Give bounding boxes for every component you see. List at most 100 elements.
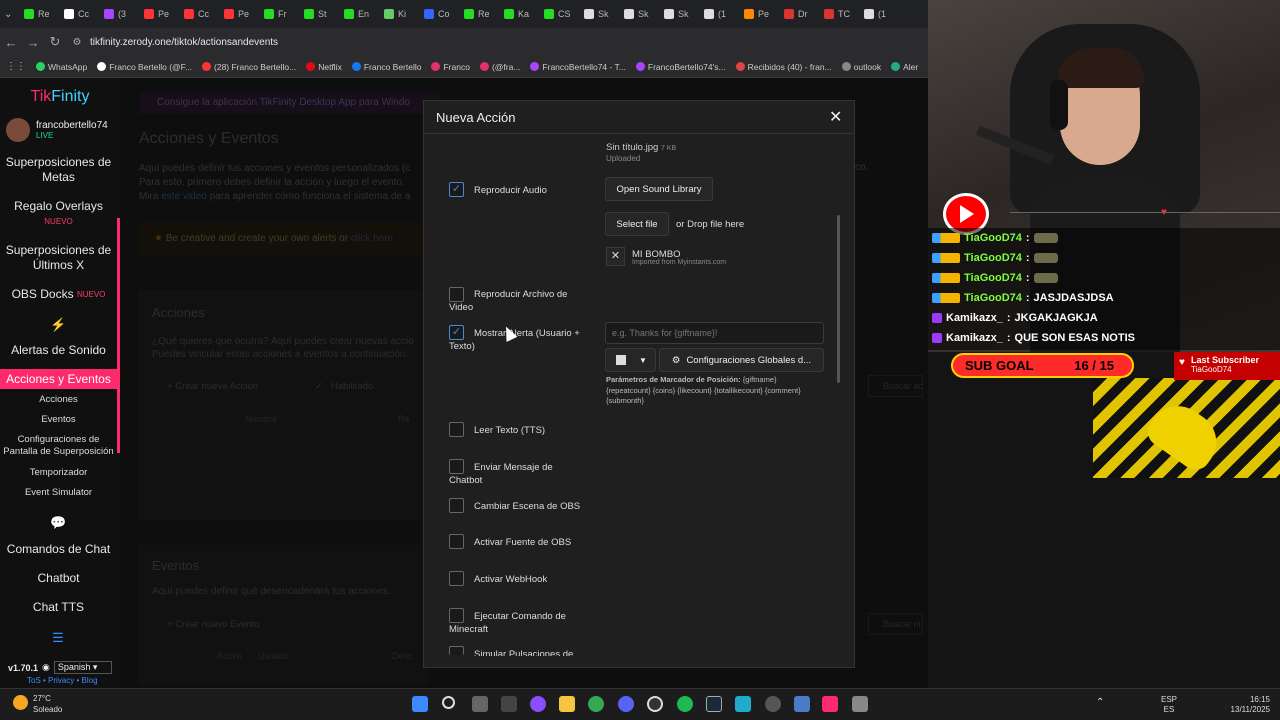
checkbox-reproducir-audio[interactable]: ✓: [449, 182, 464, 197]
bookmark-item[interactable]: Franco Bertello (@F...: [97, 62, 192, 72]
apps-grid-icon[interactable]: ⋮⋮: [6, 61, 26, 72]
browser-tab[interactable]: Dr: [780, 3, 818, 25]
checkbox-leer-texto[interactable]: [449, 422, 464, 437]
site-info-icon[interactable]: ⚙: [66, 37, 88, 48]
bookmark-item[interactable]: Netflix: [306, 62, 342, 72]
checkbox-activar-fuente-obs[interactable]: [449, 534, 464, 549]
browser-tab[interactable]: Re: [20, 3, 58, 25]
search-icon[interactable]: [442, 696, 455, 709]
alert-text-input[interactable]: e.g. Thanks for {giftname}!: [605, 322, 824, 344]
file-explorer-icon[interactable]: [559, 696, 575, 712]
tray-chevron-icon[interactable]: ⌃: [1096, 698, 1104, 708]
task-view-icon[interactable]: [472, 696, 488, 712]
browser-tab[interactable]: Ki: [380, 3, 418, 25]
browser-tab[interactable]: TC: [820, 3, 858, 25]
browser-tab[interactable]: Pe: [740, 3, 778, 25]
browser-tab[interactable]: Sk: [580, 3, 618, 25]
app-circle-icon[interactable]: [530, 696, 546, 712]
start-icon[interactable]: [412, 696, 428, 712]
browser-tab[interactable]: Ka: [500, 3, 538, 25]
bookmark-item[interactable]: (@fra...: [479, 62, 520, 72]
chrome-icon[interactable]: [588, 696, 604, 712]
sidebar-subitem-configuraciones-pantalla[interactable]: Configuraciones de Pantalla de Superposi…: [0, 434, 117, 458]
bookmark-favicon-icon: [351, 62, 361, 71]
footer-links[interactable]: ToS • Privacy • Blog: [27, 676, 98, 685]
checkbox-activar-webhook[interactable]: [449, 571, 464, 586]
browser-tab[interactable]: Co: [420, 3, 458, 25]
sidebar-item-superposiciones-metas[interactable]: Superposiciones de Metas: [0, 155, 117, 185]
browser-tab[interactable]: Fr: [260, 3, 298, 25]
bookmark-favicon-icon: [841, 62, 851, 71]
tiktok-icon[interactable]: [822, 696, 838, 712]
sidebar-item-regalo-overlays[interactable]: Regalo Overlays NUEVO: [0, 199, 117, 229]
clock[interactable]: 16:15 13/11/2025: [1224, 695, 1270, 715]
sidebar-item-chatbot[interactable]: Chatbot: [0, 571, 117, 586]
tab-list-dropdown[interactable]: ⌄: [4, 9, 18, 20]
sidebar-item-ultimos-x[interactable]: Superposiciones de Últimos X: [0, 243, 117, 273]
browser-tab[interactable]: CS: [540, 3, 578, 25]
tab-title: Cc: [78, 9, 89, 19]
weather-icon[interactable]: [13, 695, 28, 710]
browser-tab[interactable]: (1: [860, 3, 898, 25]
brand-logo[interactable]: TikFinity: [0, 88, 120, 106]
browser-tab[interactable]: Pe: [140, 3, 178, 25]
bookmark-item[interactable]: WhatsApp: [36, 62, 87, 72]
bookmark-item[interactable]: (28) Franco Bertello...: [202, 62, 296, 72]
browser-tab[interactable]: Sk: [660, 3, 698, 25]
sidebar-item-obs-docks[interactable]: OBS Docks NUEVO: [0, 287, 117, 302]
modal-scrollbar[interactable]: [837, 215, 840, 383]
checkbox-simular-pulsaciones[interactable]: [449, 646, 464, 655]
browser-tab[interactable]: (1: [700, 3, 738, 25]
browser-tab[interactable]: Sk: [620, 3, 658, 25]
calculator-icon[interactable]: [852, 696, 868, 712]
sidebar-item-comandos-chat[interactable]: Comandos de Chat: [0, 542, 117, 557]
bookmark-item[interactable]: Franco Bertello: [351, 62, 421, 72]
browser-tab[interactable]: En: [340, 3, 378, 25]
browser-tab[interactable]: Cc: [180, 3, 218, 25]
app-triangle-icon[interactable]: [735, 696, 751, 712]
language-indicator[interactable]: ESP ES: [1161, 695, 1177, 715]
close-icon[interactable]: ✕: [829, 107, 842, 127]
select-file-button[interactable]: Select file: [605, 212, 669, 236]
sound-remove-icon[interactable]: ✕: [606, 247, 625, 266]
store-icon[interactable]: [501, 696, 517, 712]
bookmark-item[interactable]: FrancoBertello74's...: [635, 62, 726, 72]
browser-tab[interactable]: Re: [460, 3, 498, 25]
tab-favicon-icon: [664, 9, 674, 19]
language-select[interactable]: Spanish ▾: [53, 661, 112, 674]
bookmark-item[interactable]: Franco: [431, 62, 470, 72]
reload-icon[interactable]: ↻: [44, 34, 66, 50]
user-profile[interactable]: francobertello74 LIVE: [6, 118, 108, 142]
open-sound-library-button[interactable]: Open Sound Library: [605, 177, 713, 201]
sidebar-item-chat-tts[interactable]: Chat TTS: [0, 600, 117, 615]
color-picker-dropdown[interactable]: ▼: [605, 348, 656, 372]
bookmark-item[interactable]: FrancoBertello74 - T...: [530, 62, 626, 72]
bookmark-item[interactable]: Recibidos (40) - fran...: [735, 62, 832, 72]
sidebar-subitem-temporizador[interactable]: Temporizador: [0, 467, 117, 479]
sidebar-subitem-eventos[interactable]: Eventos: [0, 414, 117, 426]
sidebar-item-acciones-eventos[interactable]: Acciones y Eventos: [0, 369, 117, 389]
sidebar-subitem-event-simulator[interactable]: Event Simulator: [0, 487, 117, 499]
steam-icon[interactable]: [706, 696, 722, 712]
chat-username: Kamikazx_: [946, 332, 1003, 344]
browser-tab[interactable]: Pe: [220, 3, 258, 25]
back-icon[interactable]: ←: [0, 35, 22, 50]
spotify-icon[interactable]: [677, 696, 693, 712]
browser-tab[interactable]: Cc: [60, 3, 98, 25]
browser-tab[interactable]: St: [300, 3, 338, 25]
monitor-icon[interactable]: [794, 696, 810, 712]
global-settings-button[interactable]: ⚙ Configuraciones Globales d...: [659, 348, 824, 372]
forward-icon[interactable]: →: [22, 35, 44, 50]
settings-gear-icon[interactable]: [765, 696, 781, 712]
url-field[interactable]: tikfinity.zerody.one/tiktok/actionsandev…: [90, 37, 278, 48]
bookmark-item[interactable]: outlook: [841, 62, 881, 72]
obs-icon[interactable]: [647, 696, 663, 712]
discord-icon[interactable]: [618, 696, 634, 712]
checkbox-cambiar-escena-obs[interactable]: [449, 498, 464, 513]
bookmark-favicon-icon: [479, 62, 489, 71]
tab-favicon-icon: [624, 9, 634, 19]
sidebar-subitem-acciones[interactable]: Acciones: [0, 394, 117, 406]
browser-tab[interactable]: (3: [100, 3, 138, 25]
sidebar-item-alertas-sonido[interactable]: Alertas de Sonido: [0, 343, 117, 358]
bookmark-item[interactable]: Aler: [891, 62, 918, 72]
